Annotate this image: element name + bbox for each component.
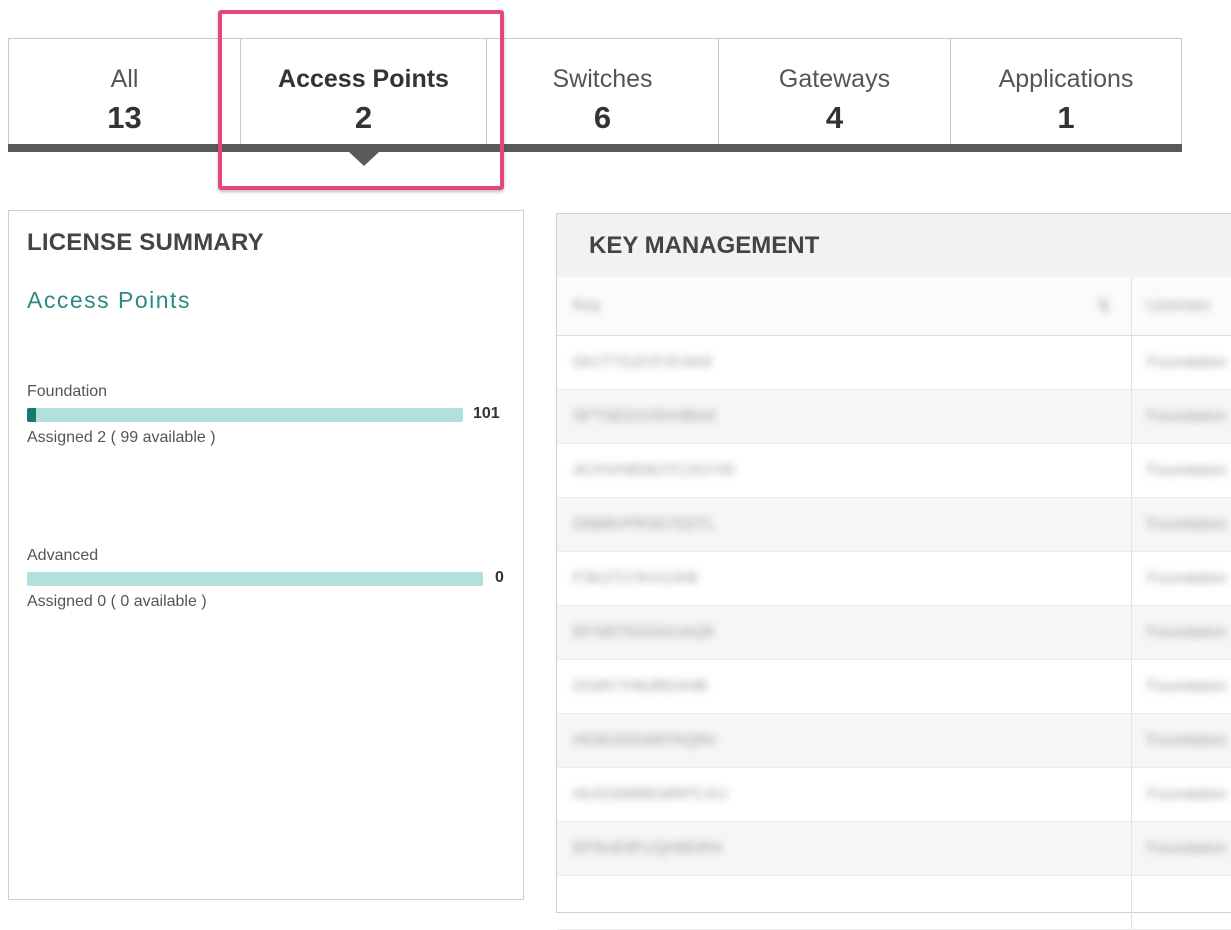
table-header-row: Key ⇅ Licenses (557, 277, 1231, 336)
column-divider (1131, 606, 1132, 659)
column-divider (1131, 714, 1132, 767)
table-row[interactable]: HG8UDGW8TAQ8V Foundation (557, 714, 1231, 768)
license-bar-fill (27, 408, 36, 422)
key-cell: F3K2T27KV2JH8 (573, 569, 698, 587)
key-management-header: KEY MANAGEMENT (557, 214, 1231, 278)
license-cell: Foundation (1147, 785, 1228, 803)
license-cell: Foundation (1147, 569, 1228, 587)
license-cell: Foundation (1147, 623, 1228, 641)
key-cell: SFT5ED2VDH3BA5 (573, 407, 717, 425)
column-header-key[interactable]: Key (573, 297, 601, 315)
table-row[interactable]: F3K2T27KV2JH8 Foundation (557, 552, 1231, 606)
license-cell: Foundation (1147, 731, 1228, 749)
key-cell: HG8UDGW8TAQ8V (573, 731, 717, 749)
column-divider (1131, 660, 1132, 713)
license-name: Foundation (27, 383, 108, 400)
key-cell: D5B8VPR3G7D2TL (573, 515, 716, 533)
key-cell: HUGSM88G8RPCXU (573, 785, 728, 803)
key-table: Key ⇅ Licenses 0A1T7G2CF2C4A9 Foundation S… (557, 277, 1231, 930)
tab-label: Switches (552, 65, 653, 93)
active-tab-caret-icon (349, 152, 379, 166)
tab-count: 1 (1057, 100, 1075, 135)
column-divider (1131, 498, 1132, 551)
license-usage-bar: 0 (27, 569, 517, 587)
license-cell: Foundation (1147, 461, 1228, 479)
table-row[interactable]: EFSBT5GDGUAQ8 Foundation (557, 606, 1231, 660)
license-name: Advanced (27, 547, 99, 564)
key-management-panel: KEY MANAGEMENT Key ⇅ Licenses 0A1T7G2CF2… (556, 213, 1231, 930)
column-divider (1131, 552, 1132, 605)
tab-all[interactable]: All 13 (8, 38, 240, 144)
column-divider (1131, 822, 1132, 875)
column-divider (1131, 876, 1132, 929)
license-assigned: Assigned 0 ( 0 available ) (27, 593, 207, 610)
license-assigned: Assigned 2 ( 99 available ) (27, 429, 216, 446)
license-cell: Foundation (1147, 353, 1228, 371)
table-row[interactable]: SFT5ED2VDH3BA5 Foundation (557, 390, 1231, 444)
column-divider (1131, 444, 1132, 497)
license-summary-title: LICENSE SUMMARY (27, 229, 264, 256)
key-cell: EFSBT5GDGUAQ8 (573, 623, 714, 641)
column-divider (1131, 277, 1132, 335)
license-summary-panel: LICENSE SUMMARY Access Points Foundation… (8, 210, 524, 900)
key-cell: EF9UE8FUQHBDR4 (573, 839, 722, 857)
column-divider (1131, 390, 1132, 443)
table-row[interactable]: EF9UE8FUQHBDR4 Foundation (557, 822, 1231, 876)
tab-underline-bar (8, 144, 1182, 152)
tab-label: Access Points (278, 65, 449, 93)
key-cell: 4CHVH8D8J7C2GY45 (573, 461, 735, 479)
key-cell: 0A1T7G2CF2C4A9 (573, 353, 712, 371)
tab-label: Applications (998, 65, 1134, 93)
tab-count: 13 (107, 100, 142, 135)
license-summary-subtitle: Access Points (27, 287, 191, 313)
license-foundation: Foundation 101 Assigned 2 ( 99 available… (27, 383, 517, 447)
tab-applications[interactable]: Applications 1 (950, 38, 1182, 144)
tab-count: 2 (354, 100, 373, 135)
tab-switches[interactable]: Switches 6 (486, 38, 718, 144)
tab-count: 6 (593, 100, 612, 135)
license-total: 0 (495, 569, 504, 586)
license-cell: Foundation (1147, 677, 1228, 695)
table-row[interactable]: 0A1T7G2CF2C4A9 Foundation (557, 336, 1231, 390)
column-header-licenses[interactable]: Licenses (1147, 297, 1210, 315)
device-type-tabs: All 13 Access Points 2 Switches 6 Gatewa… (8, 38, 1182, 166)
license-bar-track (27, 408, 463, 422)
sort-icon[interactable]: ⇅ (1097, 296, 1110, 316)
license-usage-bar: 101 (27, 405, 517, 423)
license-advanced: Advanced 0 Assigned 0 ( 0 available ) (27, 547, 517, 611)
tab-label: All (110, 65, 139, 93)
tab-count: 4 (825, 100, 844, 135)
license-cell: Foundation (1147, 515, 1228, 533)
table-row[interactable] (557, 876, 1231, 930)
key-management-title: KEY MANAGEMENT (589, 232, 820, 259)
key-cell: GG8V7H8JB5XHB (573, 677, 708, 695)
column-divider (1131, 336, 1132, 389)
license-cell: Foundation (1147, 407, 1228, 425)
license-total: 101 (473, 405, 500, 422)
license-bar-track (27, 572, 483, 586)
table-row[interactable]: D5B8VPR3G7D2TL Foundation (557, 498, 1231, 552)
tab-gateways[interactable]: Gateways 4 (718, 38, 950, 144)
column-divider (1131, 768, 1132, 821)
tab-label: Gateways (778, 65, 891, 93)
table-row[interactable]: GG8V7H8JB5XHB Foundation (557, 660, 1231, 714)
table-row[interactable]: 4CHVH8D8J7C2GY45 Foundation (557, 444, 1231, 498)
table-row[interactable]: HUGSM88G8RPCXU Foundation (557, 768, 1231, 822)
tab-access-points[interactable]: Access Points 2 (240, 38, 486, 144)
license-cell: Foundation (1147, 839, 1228, 857)
